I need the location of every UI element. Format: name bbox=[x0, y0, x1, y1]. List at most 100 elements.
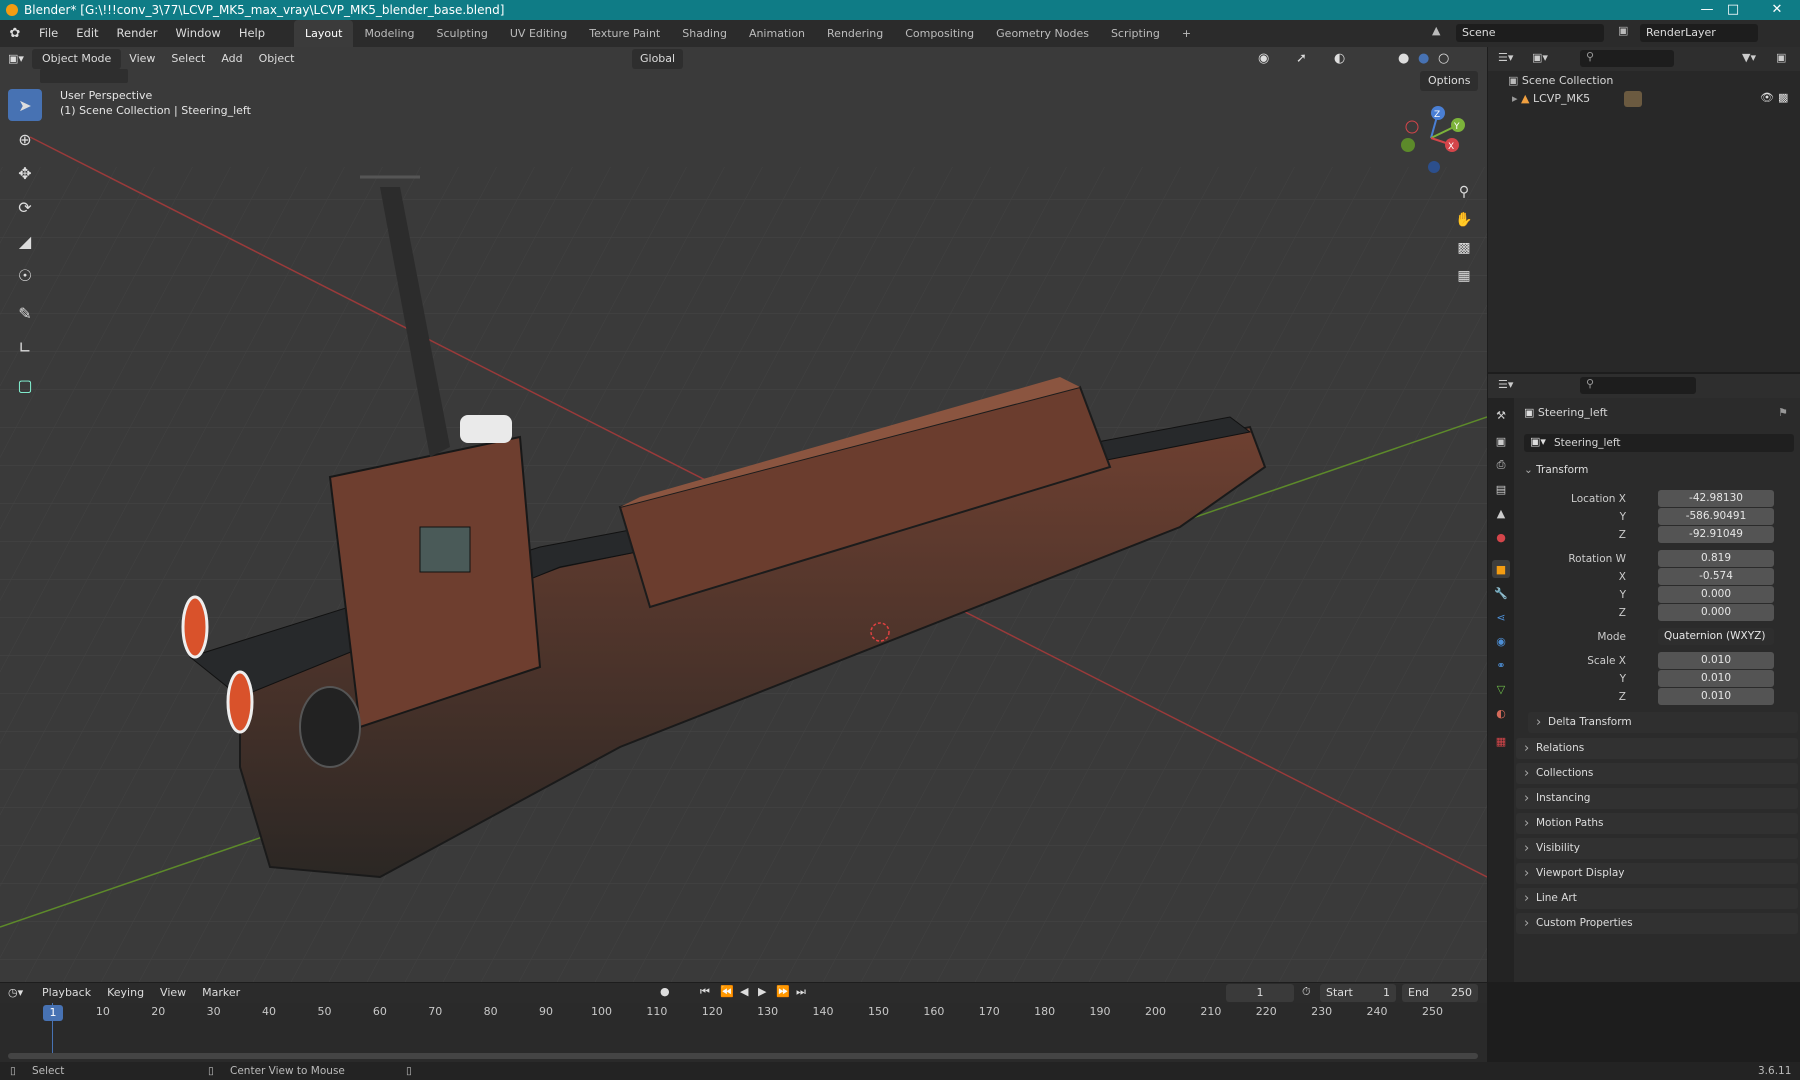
delta-transform-section[interactable]: Delta Transform bbox=[1528, 712, 1798, 733]
properties-type-icon[interactable]: ☰▾ bbox=[1498, 378, 1513, 391]
viewport-menu-select[interactable]: Select bbox=[163, 49, 213, 69]
viewport-menu-add[interactable]: Add bbox=[213, 49, 250, 69]
location-y-field[interactable]: -586.90491 bbox=[1658, 508, 1774, 525]
prev-keyframe-icon[interactable]: ⏪ bbox=[720, 985, 734, 998]
rotation-w-field[interactable]: 0.819 bbox=[1658, 550, 1774, 567]
outliner-search-input[interactable]: ⚲ bbox=[1580, 50, 1674, 67]
scale-y-field[interactable]: 0.010 bbox=[1658, 670, 1774, 687]
data-tab-icon[interactable]: ▽ bbox=[1492, 680, 1510, 698]
scale-tool-icon[interactable]: ◢ bbox=[8, 225, 42, 257]
select-mode-buttons[interactable] bbox=[40, 69, 128, 83]
rotation-z-field[interactable]: 0.000 bbox=[1658, 604, 1774, 621]
render-tab-icon[interactable]: ▣ bbox=[1492, 432, 1510, 450]
menu-window[interactable]: Window bbox=[166, 20, 229, 47]
jump-end-icon[interactable]: ⏭ bbox=[796, 985, 806, 999]
shading-rendered-icon[interactable]: ○ bbox=[1430, 49, 1457, 69]
renderlayer-field[interactable]: RenderLayer bbox=[1640, 24, 1758, 42]
tab-modeling[interactable]: Modeling bbox=[353, 20, 425, 47]
record-icon[interactable]: ● bbox=[660, 985, 670, 998]
add-workspace-icon[interactable]: + bbox=[1171, 20, 1202, 47]
motion-paths-section[interactable]: Motion Paths bbox=[1516, 813, 1798, 834]
orientation-selector[interactable]: Global bbox=[632, 49, 684, 69]
viewport-display-section[interactable]: Viewport Display bbox=[1516, 863, 1798, 884]
camera-icon[interactable]: ▩ bbox=[1451, 235, 1477, 261]
instancing-section[interactable]: Instancing bbox=[1516, 788, 1798, 809]
outliner-type-icon[interactable]: ☰▾ bbox=[1498, 51, 1513, 64]
tab-compositing[interactable]: Compositing bbox=[894, 20, 985, 47]
custom-properties-section[interactable]: Custom Properties bbox=[1516, 913, 1798, 934]
location-z-field[interactable]: -92.91049 bbox=[1658, 526, 1774, 543]
world-tab-icon[interactable]: ● bbox=[1492, 528, 1510, 546]
timeline-menu-playback[interactable]: Playback bbox=[34, 983, 99, 1003]
end-frame-field[interactable]: End 250 bbox=[1402, 984, 1478, 1002]
scene-icon[interactable]: ▲ bbox=[1432, 24, 1440, 37]
mode-selector[interactable]: Object Mode bbox=[32, 49, 122, 69]
ortho-grid-icon[interactable]: ▦ bbox=[1451, 263, 1477, 289]
3d-viewport[interactable]: ▣▾ Object Mode View Select Add Object Gl… bbox=[0, 47, 1487, 982]
tab-scripting[interactable]: Scripting bbox=[1100, 20, 1171, 47]
next-keyframe-icon[interactable]: ⏩ bbox=[776, 985, 790, 998]
rotation-mode-select[interactable]: Quaternion (WXYZ) bbox=[1658, 628, 1774, 645]
overlay-toggle-icon[interactable]: ◐ bbox=[1326, 49, 1353, 69]
measure-tool-icon[interactable]: ∟ bbox=[8, 331, 42, 363]
collections-section[interactable]: Collections bbox=[1516, 763, 1798, 784]
tab-animation[interactable]: Animation bbox=[738, 20, 816, 47]
pan-hand-icon[interactable]: ✋ bbox=[1451, 207, 1477, 233]
transform-panel-header[interactable]: ⌄ Transform bbox=[1524, 464, 1588, 476]
tab-sculpting[interactable]: Sculpting bbox=[426, 20, 499, 47]
close-icon[interactable]: ✕ bbox=[1754, 0, 1800, 20]
menu-render[interactable]: Render bbox=[108, 20, 167, 47]
tab-geometry-nodes[interactable]: Geometry Nodes bbox=[985, 20, 1100, 47]
rotation-x-field[interactable]: -0.574 bbox=[1658, 568, 1774, 585]
transform-tool-icon[interactable]: ☉ bbox=[8, 259, 42, 291]
constraints-tab-icon[interactable]: ⚭ bbox=[1492, 656, 1510, 674]
viewport-menu-view[interactable]: View bbox=[121, 49, 163, 69]
location-x-field[interactable]: -42.98130 bbox=[1658, 490, 1774, 507]
tab-texture-paint[interactable]: Texture Paint bbox=[578, 20, 671, 47]
rotation-y-field[interactable]: 0.000 bbox=[1658, 586, 1774, 603]
tab-uv-editing[interactable]: UV Editing bbox=[499, 20, 578, 47]
rotate-tool-icon[interactable]: ⟳ bbox=[8, 191, 42, 223]
select-tool-icon[interactable]: ➤ bbox=[8, 89, 42, 121]
physics-tab-icon[interactable]: ◉ bbox=[1492, 632, 1510, 650]
navigation-gizmo[interactable]: Z Y X bbox=[1396, 103, 1466, 173]
start-frame-field[interactable]: Start 1 bbox=[1320, 984, 1396, 1002]
scale-x-field[interactable]: 0.010 bbox=[1658, 652, 1774, 669]
expand-arrow-icon[interactable]: ▸ bbox=[1512, 92, 1518, 105]
play-reverse-icon[interactable]: ◀ bbox=[740, 985, 748, 998]
scale-z-field[interactable]: 0.010 bbox=[1658, 688, 1774, 705]
render-camera-icon[interactable]: ▩ bbox=[1778, 91, 1788, 104]
timeline-menu-marker[interactable]: Marker bbox=[194, 983, 248, 1003]
tab-layout[interactable]: Layout bbox=[294, 20, 354, 47]
view-layer-tab-icon[interactable]: ▤ bbox=[1492, 480, 1510, 498]
zoom-icon[interactable]: ⚲ bbox=[1451, 179, 1477, 205]
viewport-menu-object[interactable]: Object bbox=[251, 49, 303, 69]
stopwatch-icon[interactable]: ⏱ bbox=[1302, 985, 1311, 999]
tool-tab-icon[interactable]: ⚒ bbox=[1492, 406, 1510, 424]
output-tab-icon[interactable]: ⎙ bbox=[1492, 456, 1510, 474]
timeline-type-icon[interactable]: ◷▾ bbox=[0, 983, 34, 1003]
play-icon[interactable]: ▶ bbox=[758, 985, 766, 998]
cursor-tool-icon[interactable]: ⊕ bbox=[8, 123, 42, 155]
timeline-menu-keying[interactable]: Keying bbox=[99, 983, 152, 1003]
move-tool-icon[interactable]: ✥ bbox=[8, 157, 42, 189]
relations-section[interactable]: Relations bbox=[1516, 738, 1798, 759]
timeline-scrollbar[interactable] bbox=[8, 1053, 1478, 1059]
outliner-item-lcvp[interactable]: ▸ ▲ LCVP_MK5 bbox=[1512, 92, 1590, 105]
scene-tab-icon[interactable]: ▲ bbox=[1492, 504, 1510, 522]
visibility-icon[interactable]: ◉ bbox=[1250, 49, 1277, 69]
texture-tab-icon[interactable]: ▦ bbox=[1492, 732, 1510, 750]
blender-menu-icon[interactable]: ✿ bbox=[0, 26, 30, 41]
timeline-menu-view[interactable]: View bbox=[152, 983, 194, 1003]
particles-tab-icon[interactable]: ⋖ bbox=[1492, 608, 1510, 626]
viewport-canvas[interactable] bbox=[0, 47, 1487, 982]
material-tab-icon[interactable]: ◐ bbox=[1492, 704, 1510, 722]
outliner-scene-collection[interactable]: ▣ Scene Collection bbox=[1508, 74, 1613, 87]
menu-help[interactable]: Help bbox=[230, 20, 274, 47]
gizmo-toggle-icon[interactable]: ➚ bbox=[1288, 49, 1315, 69]
current-frame-field[interactable]: 1 bbox=[1226, 984, 1294, 1002]
editor-type-icon[interactable]: ▣▾ bbox=[0, 49, 32, 69]
menu-file[interactable]: File bbox=[30, 20, 67, 47]
renderlayer-icon[interactable]: ▣ bbox=[1618, 24, 1628, 37]
tab-rendering[interactable]: Rendering bbox=[816, 20, 894, 47]
